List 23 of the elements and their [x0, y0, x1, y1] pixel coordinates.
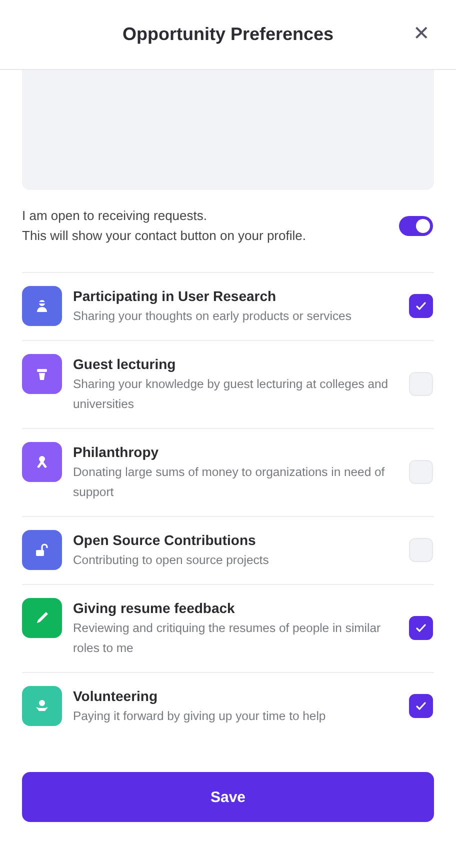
option-title: Open Source Contributions [73, 531, 257, 550]
option-title: Philanthropy [73, 443, 160, 462]
option-description: Contributing to open source projects [73, 552, 270, 569]
option-description: Paying it forward by giving up your time to help [73, 708, 327, 725]
checkbox[interactable] [409, 694, 433, 718]
checkmark-icon [415, 300, 427, 312]
availability-text: I am open to receiving requests. This will show your contact button on your profile. [22, 207, 306, 245]
save-button[interactable]: Save [22, 772, 434, 822]
option-description: Reviewing and critiquing the resumes of people in similar roles to me [73, 620, 382, 657]
checkmark-icon [415, 622, 427, 634]
checkbox[interactable] [409, 616, 433, 640]
toggle-switch[interactable] [399, 216, 433, 236]
close-button[interactable]: ✕ [413, 21, 430, 46]
option-description: Donating large sums of money to organizations in need of support [73, 464, 386, 501]
checkbox[interactable] [409, 294, 433, 318]
option-title: Giving resume feedback [73, 599, 236, 618]
option-title: Volunteering [73, 687, 159, 706]
option-title: Participating in User Research [73, 287, 278, 306]
checkmark-icon [415, 700, 427, 712]
option-description: Sharing your thoughts on early products or services [73, 308, 352, 325]
option-title: Guest lecturing [73, 355, 177, 374]
dialog-title: Opportunity Preferences [122, 24, 334, 45]
option-description: Sharing your knowledge by guest lecturing at colleges and universities [73, 376, 390, 413]
